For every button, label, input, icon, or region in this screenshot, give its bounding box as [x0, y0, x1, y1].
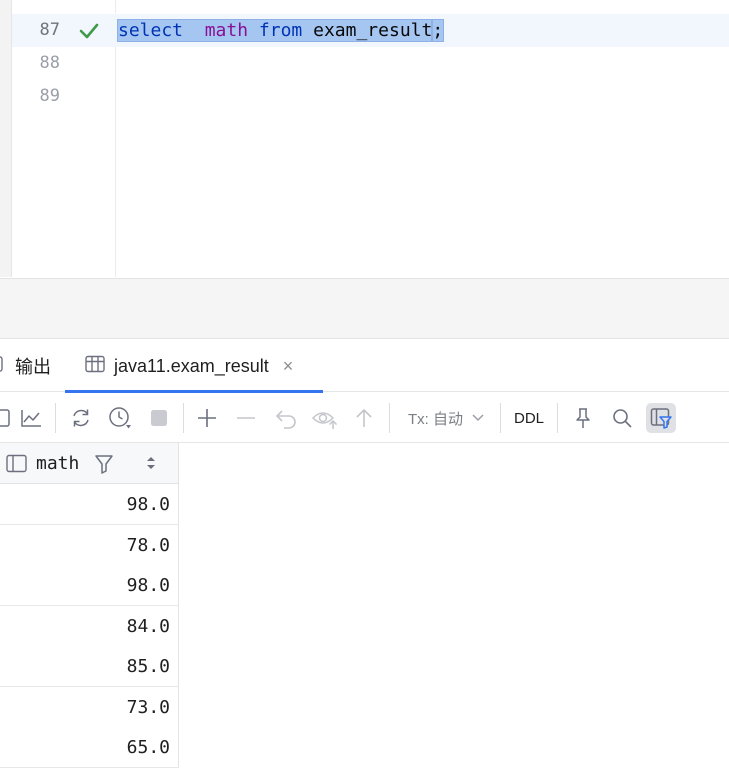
filter-view-icon[interactable] — [646, 403, 676, 433]
table-row[interactable]: 98.0 — [0, 484, 179, 525]
toolbar-separator — [55, 403, 56, 433]
cell-math[interactable]: 85.0 — [127, 646, 170, 687]
statement-terminator: ; — [431, 19, 445, 42]
line-number: 88 — [39, 53, 60, 73]
transaction-mode-label: Tx: 自动 — [408, 410, 463, 428]
sort-icon[interactable] — [145, 455, 157, 475]
cell-math[interactable]: 98.0 — [127, 484, 170, 525]
column-header-math[interactable]: math — [0, 443, 179, 484]
table-row[interactable]: 65.0 — [0, 727, 179, 768]
editor-left-strip — [0, 0, 12, 277]
toolbar-separator — [389, 403, 390, 433]
line-number: 87 — [39, 20, 60, 40]
editor-line-87[interactable]: 87 select math from exam_result; — [12, 14, 729, 47]
cell-math[interactable]: 78.0 — [127, 525, 170, 566]
editor-line-89[interactable]: 89 — [12, 80, 729, 113]
cell-math[interactable]: 98.0 — [127, 565, 170, 606]
results-tab-bar: 输出 java11.exam_result × — [0, 340, 729, 393]
search-icon[interactable] — [607, 403, 637, 433]
editor-line-88[interactable]: 88 — [12, 47, 729, 80]
table-row[interactable]: 84.0 — [0, 606, 179, 647]
ddl-button[interactable]: DDL — [514, 403, 544, 433]
history-icon[interactable] — [105, 403, 135, 433]
toolbar-separator — [183, 403, 184, 433]
console-icon — [0, 355, 6, 377]
panel-divider[interactable] — [0, 278, 729, 339]
table-row[interactable]: 78.0 — [0, 525, 179, 566]
pin-icon[interactable] — [568, 403, 598, 433]
table-name: exam_result — [313, 20, 433, 41]
remove-row-icon[interactable] — [231, 403, 261, 433]
keyword-select: select — [118, 20, 184, 41]
toolbar-separator — [557, 403, 558, 433]
table-row[interactable]: 98.0 — [0, 565, 179, 606]
sql-statement[interactable]: select math from exam_result; — [116, 14, 445, 47]
chevron-down-icon — [471, 410, 485, 427]
column-name: math — [36, 453, 80, 474]
tab-exam-result[interactable]: java11.exam_result × — [65, 340, 324, 393]
preview-icon[interactable] — [310, 403, 340, 433]
stop-icon[interactable] — [144, 403, 174, 433]
close-icon[interactable]: × — [283, 356, 294, 377]
tab-output-label: 输出 — [15, 357, 51, 377]
table-row[interactable]: 85.0 — [0, 646, 179, 687]
add-row-icon[interactable] — [192, 403, 222, 433]
keyword-from: from — [258, 20, 303, 41]
field-math: math — [204, 20, 249, 41]
chart-icon[interactable] — [16, 403, 46, 433]
table-row[interactable]: 73.0 — [0, 687, 179, 728]
submit-icon[interactable] — [349, 403, 379, 433]
sql-editor[interactable]: 86 87 select math from exam_result; 88 8… — [0, 0, 729, 278]
cell-math[interactable]: 65.0 — [127, 727, 170, 768]
filter-icon[interactable] — [94, 453, 114, 479]
refresh-icon[interactable] — [66, 403, 96, 433]
column-icon — [6, 454, 28, 478]
tab-output[interactable]: 输出 — [0, 340, 51, 392]
revert-icon[interactable] — [271, 403, 301, 433]
check-icon — [78, 22, 100, 40]
transaction-mode-dropdown[interactable]: Tx: 自动 — [408, 403, 485, 433]
results-toolbar: Tx: 自动 DDL — [0, 393, 729, 443]
table-view-icon[interactable] — [0, 403, 16, 433]
cell-math[interactable]: 84.0 — [127, 606, 170, 647]
cell-math[interactable]: 73.0 — [127, 687, 170, 728]
toolbar-separator — [500, 403, 501, 433]
table-icon — [85, 355, 105, 378]
tab-exam-result-label: java11.exam_result — [114, 355, 269, 376]
line-number: 89 — [39, 86, 60, 106]
